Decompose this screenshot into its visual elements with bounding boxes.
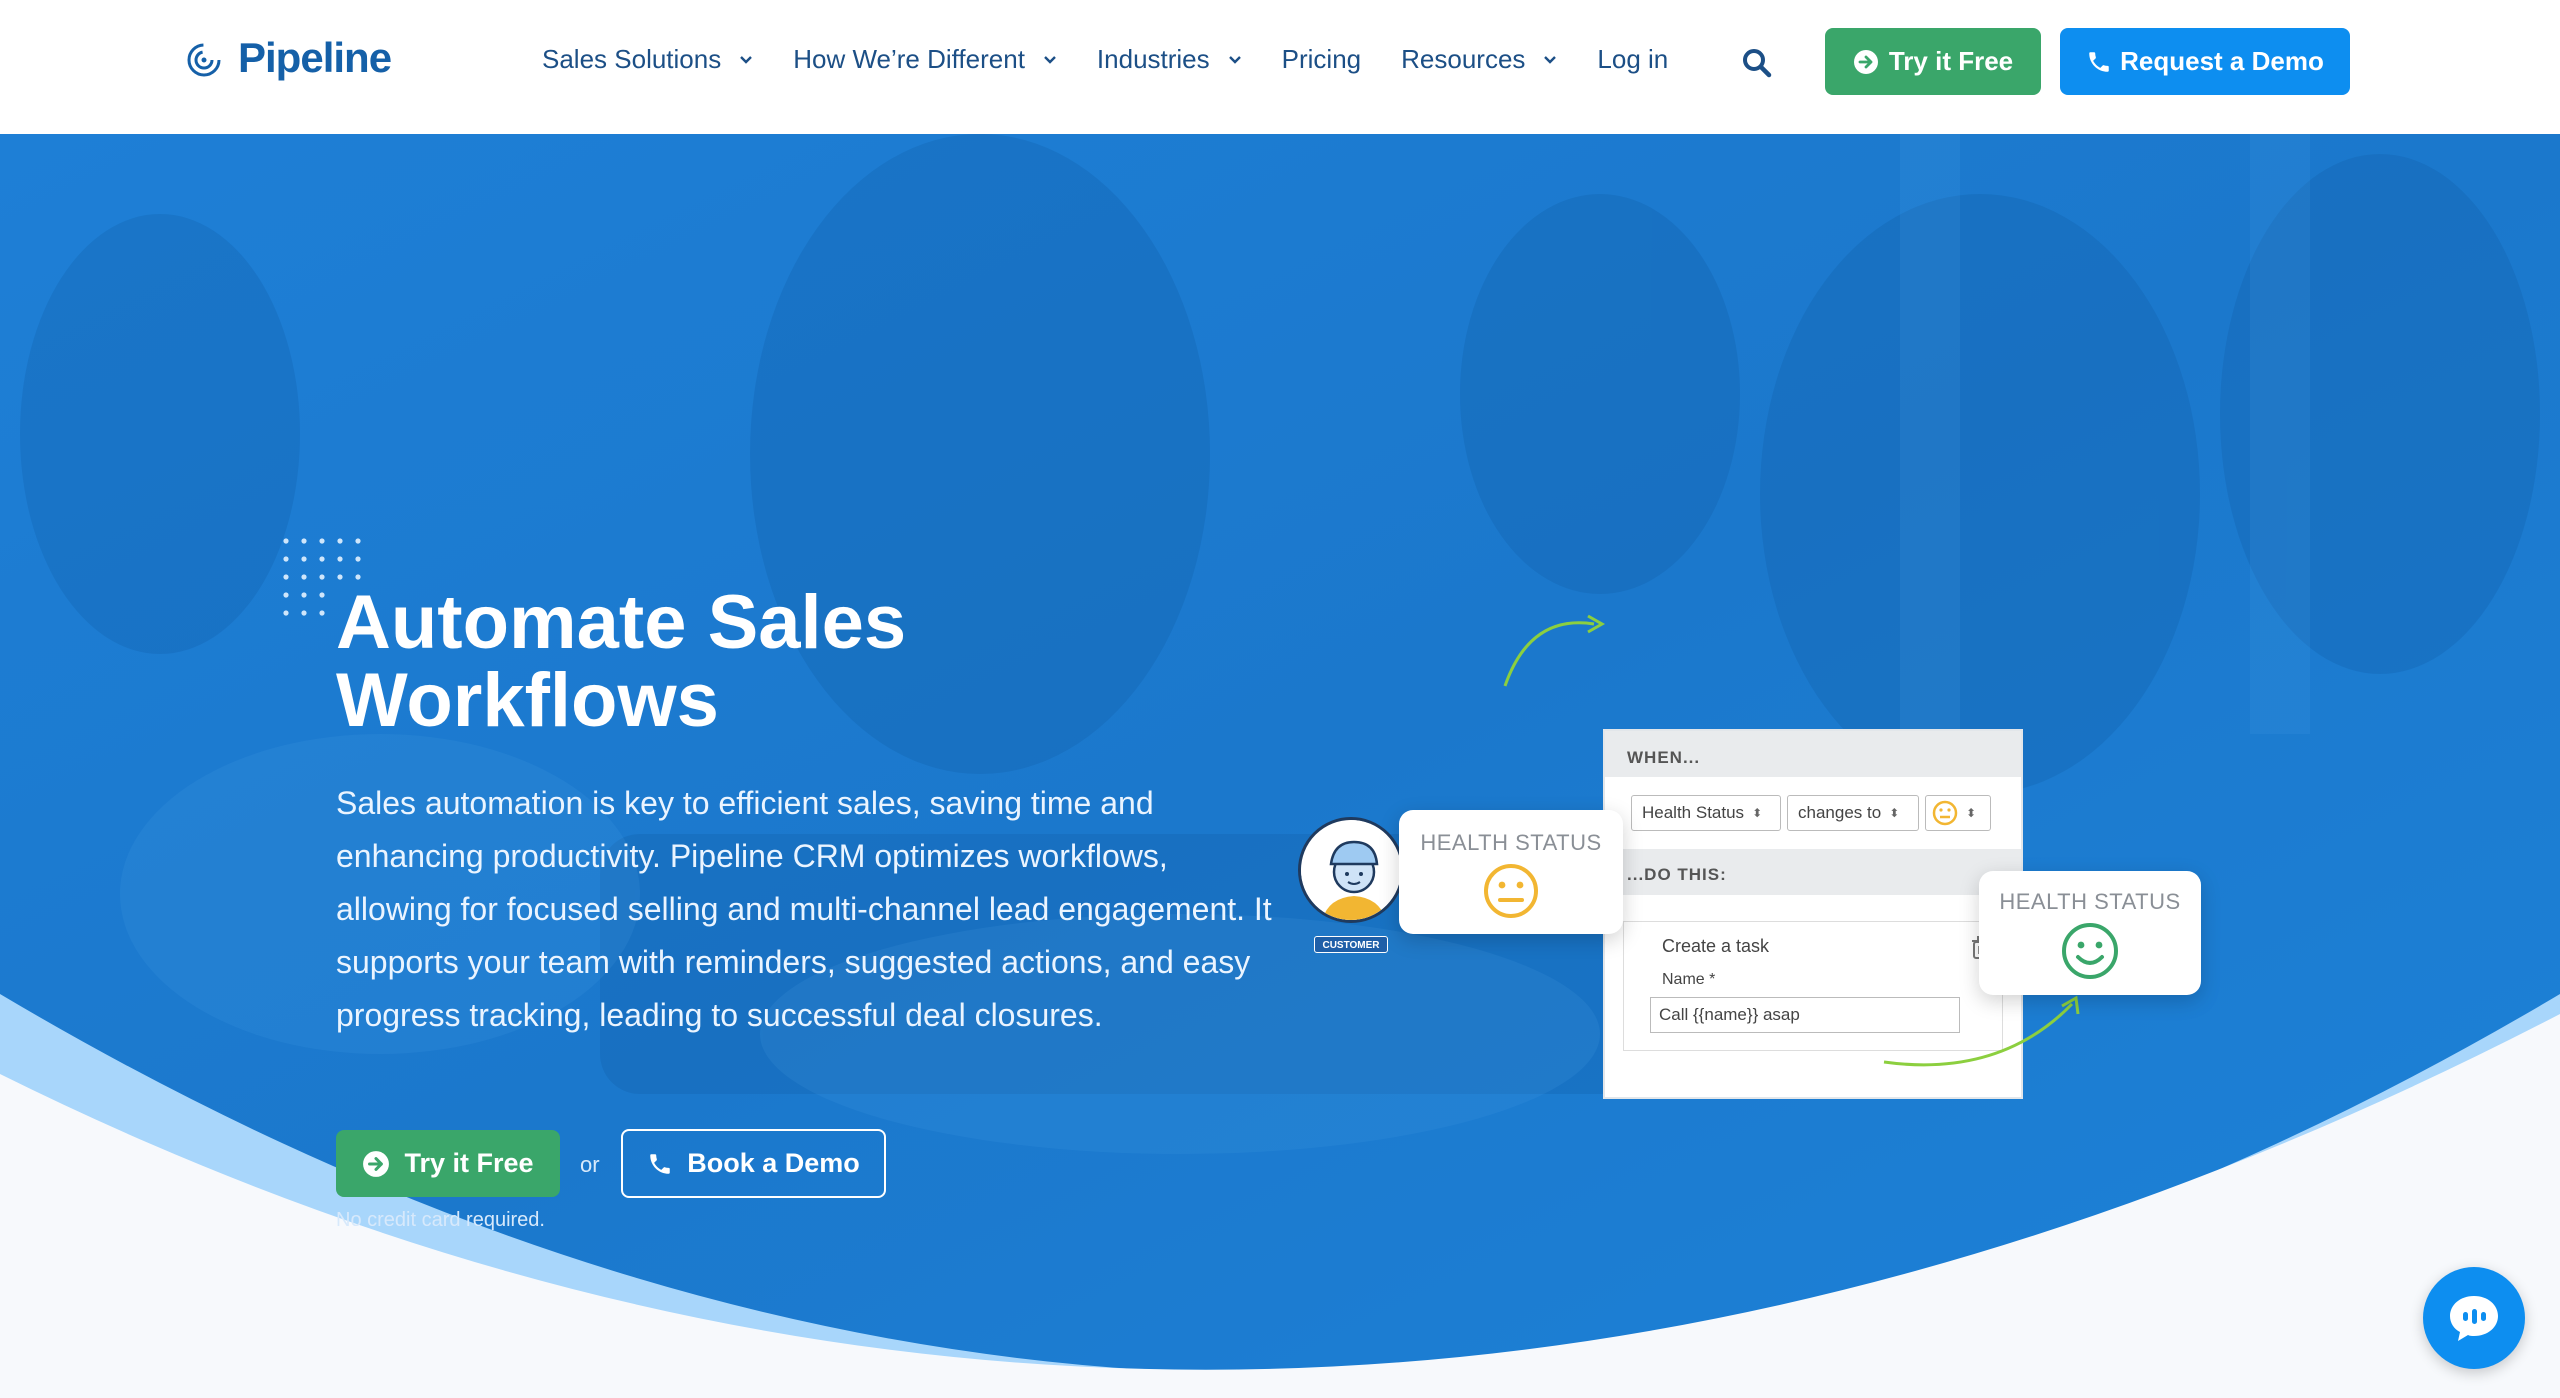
menu-how-we-are-different[interactable]: How We’re Different bbox=[793, 44, 1057, 75]
neutral-face-icon bbox=[1932, 800, 1958, 826]
request-demo-button[interactable]: Request a Demo bbox=[2060, 28, 2350, 95]
customer-avatar bbox=[1298, 817, 1404, 923]
condition-row: Health Status ⬍ changes to ⬍ ⬍ bbox=[1631, 795, 2021, 831]
menu-label: Pricing bbox=[1281, 44, 1362, 74]
menu-sales-solutions[interactable]: Sales Solutions bbox=[542, 44, 753, 75]
operator-select[interactable]: changes to ⬍ bbox=[1787, 795, 1919, 831]
health-status-label: HEALTH STATUS bbox=[1999, 889, 2181, 914]
menu-log-in[interactable]: Log in bbox=[1597, 44, 1668, 75]
menu-label: How We’re Different bbox=[793, 44, 1025, 74]
hero-description: Sales automation is key to efficient sal… bbox=[336, 785, 1272, 1033]
arrow-right-circle-icon bbox=[1853, 49, 1878, 74]
select-arrows-icon: ⬍ bbox=[1752, 806, 1763, 820]
book-demo-label: Book a Demo bbox=[687, 1148, 860, 1178]
menu-resources[interactable]: Resources bbox=[1401, 44, 1557, 75]
logo-text: Pipeline bbox=[238, 34, 392, 81]
happy-face-icon bbox=[2062, 923, 2118, 979]
main-menu: Sales Solutions How We’re Different Indu… bbox=[542, 44, 1708, 75]
request-demo-label: Request a Demo bbox=[2120, 46, 2324, 76]
menu-pricing[interactable]: Pricing bbox=[1282, 44, 1361, 75]
field-select-value: Health Status bbox=[1642, 803, 1745, 822]
arrow-right-circle-icon bbox=[363, 1150, 390, 1177]
pipeline-logo-icon bbox=[187, 43, 221, 77]
menu-label: Log in bbox=[1597, 44, 1669, 74]
chevron-down-icon bbox=[740, 55, 753, 64]
chevron-down-icon bbox=[1228, 55, 1241, 64]
operator-select-value: changes to bbox=[1798, 803, 1882, 822]
chevron-down-icon bbox=[1544, 55, 1557, 64]
try-free-label: Try it Free bbox=[404, 1148, 534, 1178]
book-demo-button[interactable]: Book a Demo bbox=[621, 1129, 886, 1198]
try-free-button-nav[interactable]: Try it Free bbox=[1825, 28, 2041, 95]
neutral-face-icon bbox=[1484, 864, 1538, 918]
customer-tag: CUSTOMER bbox=[1314, 936, 1388, 953]
field-select[interactable]: Health Status ⬍ bbox=[1631, 795, 1781, 831]
health-status-label: HEALTH STATUS bbox=[1420, 830, 1602, 855]
select-arrows-icon: ⬍ bbox=[1966, 806, 1977, 820]
hero-section: Automate Sales Workflows Sales automatio… bbox=[0, 134, 2560, 1398]
chat-icon bbox=[2450, 1296, 2498, 1341]
select-arrows-icon: ⬍ bbox=[1889, 806, 1900, 820]
hero-title: Automate Sales Workflows bbox=[336, 580, 907, 743]
top-navbar: Pipeline Sales Solutions How We’re Diffe… bbox=[0, 0, 2560, 134]
health-status-card-happy: HEALTH STATUS bbox=[1979, 871, 2201, 995]
menu-label: Resources bbox=[1401, 44, 1526, 74]
chevron-down-icon bbox=[1044, 55, 1056, 64]
menu-label: Industries bbox=[1096, 44, 1210, 74]
phone-icon bbox=[2089, 51, 2109, 72]
when-header: WHEN... bbox=[1605, 731, 2021, 777]
menu-label: Sales Solutions bbox=[542, 44, 722, 74]
search-icon[interactable] bbox=[1740, 46, 1774, 80]
try-free-label: Try it Free bbox=[1888, 46, 2014, 76]
try-free-button-hero[interactable]: Try it Free bbox=[336, 1130, 560, 1197]
chat-widget-button[interactable] bbox=[2423, 1267, 2525, 1369]
phone-icon bbox=[650, 1153, 670, 1174]
pipeline-logo[interactable]: Pipeline bbox=[184, 34, 392, 82]
or-separator: or bbox=[580, 1152, 600, 1177]
menu-industries[interactable]: Industries bbox=[1097, 44, 1242, 75]
no-credit-card-note: No credit card required. bbox=[336, 1209, 545, 1231]
health-status-card-neutral: HEALTH STATUS bbox=[1399, 810, 1623, 934]
curved-arrow-icon bbox=[1503, 614, 1606, 687]
status-select[interactable]: ⬍ bbox=[1925, 795, 1991, 831]
